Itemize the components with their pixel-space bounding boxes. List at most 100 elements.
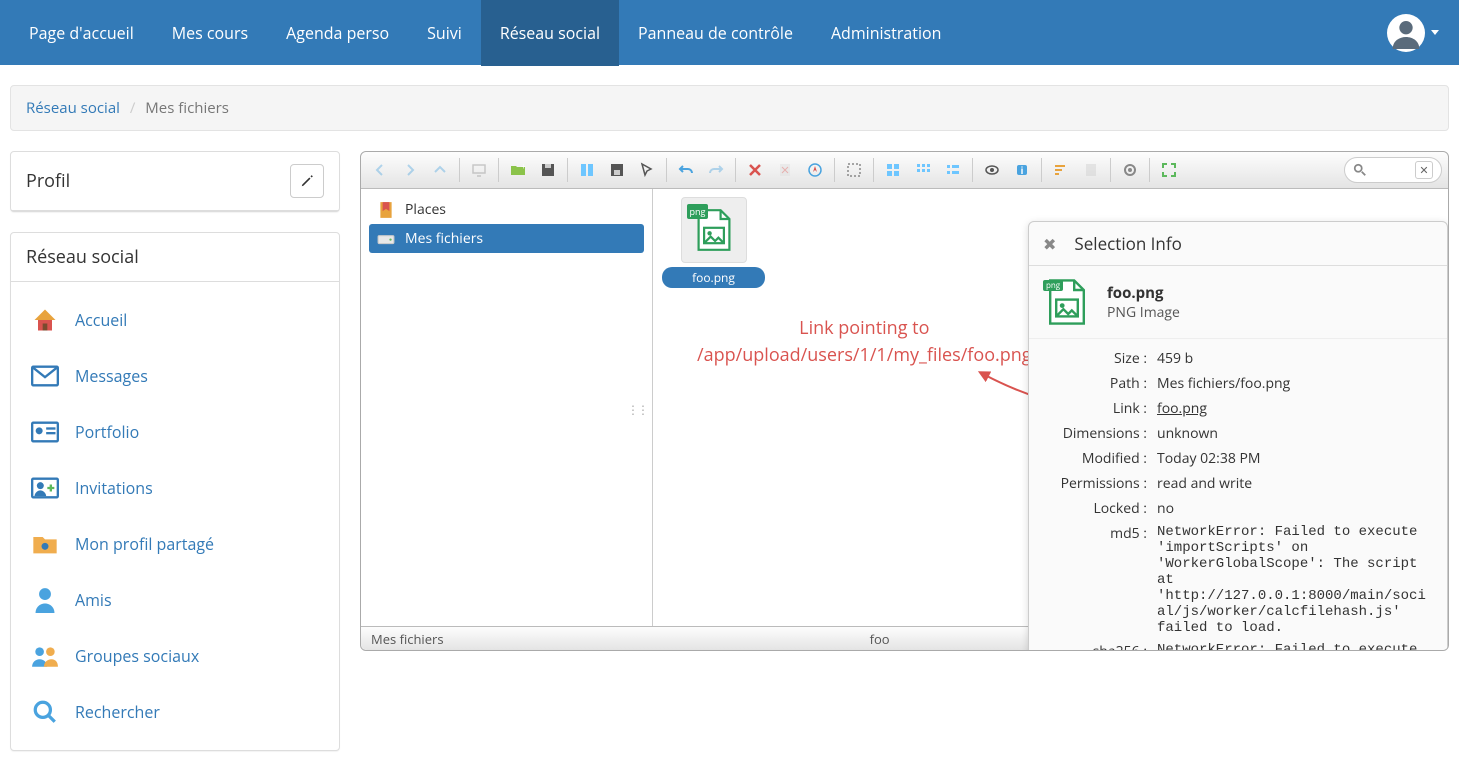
redo-icon: [708, 162, 724, 178]
download-button[interactable]: [604, 157, 630, 183]
file-manager: + i: [360, 151, 1449, 651]
book-icon: [1083, 162, 1099, 178]
compass-icon: [807, 162, 823, 178]
up-button[interactable]: [427, 157, 453, 183]
view-small-button[interactable]: [910, 157, 936, 183]
sort-icon: [1053, 162, 1069, 178]
profile-panel-title: Profil: [26, 169, 70, 193]
tree-places[interactable]: Places: [369, 195, 644, 224]
tree-my-files[interactable]: Mes fichiers: [369, 224, 644, 253]
nav-admin[interactable]: Administration: [812, 0, 961, 66]
nav-home[interactable]: Page d'accueil: [10, 0, 153, 66]
bookmark-icon: [377, 201, 395, 219]
delete-button[interactable]: [742, 157, 768, 183]
tree-label: Mes fichiers: [405, 229, 483, 248]
settings-button[interactable]: [1117, 157, 1143, 183]
sidebar-item-portfolio[interactable]: Portfolio: [11, 404, 339, 460]
info-key: sha256 :: [1043, 642, 1147, 651]
sidebar-item-social-groups[interactable]: Groupes sociaux: [11, 628, 339, 684]
sidebar-item-label: Portfolio: [75, 421, 139, 443]
sidebar-item-home[interactable]: Accueil: [11, 292, 339, 348]
pencil-icon: [300, 174, 314, 188]
search-icon: [31, 698, 59, 726]
folder-user-icon: [31, 530, 59, 558]
fm-files-pane[interactable]: png foo.png Li: [653, 189, 1448, 626]
columns-icon: [579, 162, 595, 178]
doc-x-icon: [777, 162, 793, 178]
info-key: Path :: [1043, 374, 1147, 393]
info-key: Permissions :: [1043, 474, 1147, 493]
user-menu[interactable]: [1377, 14, 1449, 52]
info-value: Mes fichiers/foo.png: [1157, 374, 1433, 393]
sidebar-item-label: Invitations: [75, 477, 153, 499]
user-plus-icon: [31, 474, 59, 502]
folder-plus-icon: +: [510, 162, 526, 178]
selectall-button[interactable]: [841, 157, 867, 183]
floppy-icon: [540, 162, 556, 178]
nav-social[interactable]: Réseau social: [481, 0, 619, 66]
file-badge: png: [1043, 280, 1063, 291]
sidebar-item-label: Mon profil partagé: [75, 533, 214, 555]
book-button[interactable]: [1078, 157, 1104, 183]
edit-profile-button[interactable]: [290, 164, 324, 198]
view-list-button[interactable]: [940, 157, 966, 183]
redo-button[interactable]: [703, 157, 729, 183]
preview-button[interactable]: [979, 157, 1005, 183]
sidebar-item-label: Groupes sociaux: [75, 645, 199, 667]
grid-small-icon: [915, 162, 931, 178]
nav-agenda[interactable]: Agenda perso: [267, 0, 408, 66]
sort-button[interactable]: [1048, 157, 1074, 183]
search-input[interactable]: [1371, 163, 1411, 177]
info-button[interactable]: i: [1009, 157, 1035, 183]
id-card-icon: [31, 418, 59, 446]
back-button[interactable]: [367, 157, 393, 183]
monitor-icon: [471, 162, 487, 178]
list-icon: [945, 162, 961, 178]
sidebar-item-shared-profile[interactable]: Mon profil partagé: [11, 516, 339, 572]
clear-search-button[interactable]: ✕: [1415, 161, 1433, 179]
empty-button[interactable]: [772, 157, 798, 183]
users-icon: [31, 642, 59, 670]
grid-large-icon: [885, 162, 901, 178]
new-folder-button[interactable]: +: [505, 157, 531, 183]
info-value: Today 02:38 PM: [1157, 449, 1433, 468]
sidebar-item-messages[interactable]: Messages: [11, 348, 339, 404]
nav-tracking[interactable]: Suivi: [408, 0, 481, 66]
envelope-icon: [31, 362, 59, 390]
network-button[interactable]: [466, 157, 492, 183]
nav-control-panel[interactable]: Panneau de contrôle: [619, 0, 812, 66]
sidebar-item-friends[interactable]: Amis: [11, 572, 339, 628]
toolbar-search[interactable]: ✕: [1344, 157, 1442, 183]
chevron-down-icon: [1431, 30, 1439, 35]
top-nav: Page d'accueil Mes cours Agenda perso Su…: [0, 0, 1459, 65]
x-icon: [747, 162, 763, 178]
svg-text:+: +: [521, 162, 526, 171]
eye-icon: [984, 162, 1000, 178]
info-file-name: foo.png: [1107, 283, 1180, 303]
file-item[interactable]: png foo.png: [661, 197, 766, 288]
forward-button[interactable]: [397, 157, 423, 183]
sidebar-item-label: Amis: [75, 589, 112, 611]
open-button[interactable]: [574, 157, 600, 183]
info-link[interactable]: foo.png: [1157, 399, 1433, 418]
nav-courses[interactable]: Mes cours: [153, 0, 267, 66]
info-key: md5 :: [1043, 524, 1147, 636]
info-key: Dimensions :: [1043, 424, 1147, 443]
view-icons-button[interactable]: [880, 157, 906, 183]
sidebar-item-invitations[interactable]: Invitations: [11, 460, 339, 516]
shortcut-button[interactable]: [802, 157, 828, 183]
fullscreen-button[interactable]: [1156, 157, 1182, 183]
social-panel: Réseau social Accueil Messages Portfolio: [10, 232, 340, 751]
file-badge: png: [687, 204, 709, 219]
close-info-button[interactable]: ✖: [1043, 233, 1056, 255]
upload-button[interactable]: [535, 157, 561, 183]
breadcrumb-root[interactable]: Réseau social: [26, 98, 120, 118]
resize-handle[interactable]: ⋮⋮: [631, 389, 643, 429]
sidebar-item-search[interactable]: Rechercher: [11, 684, 339, 740]
select-button[interactable]: [634, 157, 660, 183]
undo-button[interactable]: [673, 157, 699, 183]
avatar: [1387, 14, 1425, 52]
arrow-left-icon: [372, 162, 388, 178]
drive-icon: [377, 230, 395, 248]
status-path: Mes fichiers: [371, 630, 444, 648]
